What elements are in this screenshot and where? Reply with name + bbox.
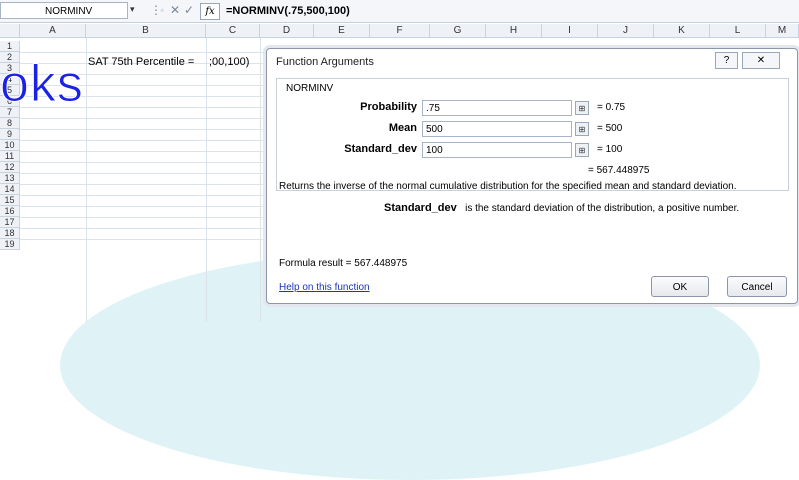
cancel-button[interactable]: Cancel	[727, 276, 787, 297]
select-all-corner[interactable]	[0, 24, 20, 38]
help-icon[interactable]: ?	[715, 52, 738, 69]
collapse-dialog-icon[interactable]: ⊞	[575, 143, 589, 157]
grid-line	[260, 38, 261, 322]
standard-dev-result: = 100	[597, 144, 623, 155]
column-header-d[interactable]: D	[260, 24, 314, 38]
argument-help-name: Standard_dev	[384, 202, 457, 214]
help-on-function-link[interactable]: Help on this function	[279, 282, 370, 293]
row-header-16[interactable]: 16	[0, 206, 20, 217]
row-header-11[interactable]: 11	[0, 151, 20, 162]
row-header-12[interactable]: 12	[0, 162, 20, 173]
collapse-dialog-icon[interactable]: ⊞	[575, 101, 589, 115]
row-header-15[interactable]: 15	[0, 195, 20, 206]
arguments-group: NORMINV Probability .75 ⊞ = 0.75 Mean 50…	[276, 78, 789, 191]
name-box-dropdown-icon[interactable]: ▾	[130, 4, 135, 15]
formula-result: Formula result = 567.448975	[279, 258, 408, 269]
argument-help-text: is the standard deviation of the distrib…	[465, 203, 740, 214]
probability-input[interactable]: .75	[422, 100, 572, 116]
column-header-c[interactable]: C	[206, 24, 260, 38]
row-header-14[interactable]: 14	[0, 184, 20, 195]
close-icon[interactable]: ✕	[742, 52, 780, 69]
cell-b2[interactable]: SAT 75th Percentile =	[88, 56, 194, 68]
cancel-entry-icon[interactable]: ✕	[170, 4, 180, 17]
mean-label: Mean	[388, 122, 417, 134]
probability-result: = 0.75	[597, 102, 626, 113]
formula-input[interactable]: =NORMINV(.75,500,100)	[226, 0, 350, 22]
row-header-18[interactable]: 18	[0, 228, 20, 239]
column-header-b[interactable]: B	[86, 24, 206, 38]
column-header-k[interactable]: K	[654, 24, 710, 38]
row-header-17[interactable]: 17	[0, 217, 20, 228]
column-header-j[interactable]: J	[598, 24, 654, 38]
function-result: = 567.448975	[588, 165, 650, 176]
row-header-19[interactable]: 19	[0, 239, 20, 250]
argument-help: Standard_dev is the standard deviation o…	[384, 202, 739, 214]
insert-function-icon[interactable]: fx	[200, 3, 220, 20]
column-header-l[interactable]: L	[710, 24, 766, 38]
row-header-10[interactable]: 10	[0, 140, 20, 151]
row-header-9[interactable]: 9	[0, 129, 20, 140]
column-header-i[interactable]: I	[542, 24, 598, 38]
function-arguments-dialog: Function Arguments ? ✕ NORMINV Probabili…	[266, 48, 798, 304]
column-header-m[interactable]: M	[766, 24, 799, 38]
row-header-8[interactable]: 8	[0, 118, 20, 129]
probability-label: Probability	[360, 101, 417, 113]
cell-c2[interactable]: ;00,100)	[209, 56, 249, 68]
ok-button[interactable]: OK	[651, 276, 709, 297]
column-header-f[interactable]: F	[370, 24, 430, 38]
standard-dev-input[interactable]: 100	[422, 142, 572, 158]
collapse-dialog-icon[interactable]: ⊞	[575, 122, 589, 136]
column-header-e[interactable]: E	[314, 24, 370, 38]
mean-input[interactable]: 500	[422, 121, 572, 137]
column-header-a[interactable]: A	[20, 24, 86, 38]
mean-result: = 500	[597, 123, 623, 134]
standard-dev-label: Standard_dev	[344, 143, 417, 155]
function-name-label: NORMINV	[286, 83, 334, 94]
grid-line	[206, 38, 207, 322]
name-box[interactable]: NORMINV	[0, 2, 128, 19]
grid-line	[86, 38, 87, 322]
scroll-circle-icon: ◦	[160, 3, 165, 17]
enter-entry-icon[interactable]: ✓	[184, 4, 194, 17]
watermark-text: oks	[0, 55, 84, 113]
dialog-title: Function Arguments	[276, 56, 374, 68]
function-description: Returns the inverse of the normal cumula…	[279, 181, 737, 192]
row-header-1[interactable]: 1	[0, 41, 20, 52]
column-header-g[interactable]: G	[430, 24, 486, 38]
row-header-13[interactable]: 13	[0, 173, 20, 184]
formula-bar: NORMINV ▾ ⋮ ◦ ✕ ✓ fx =NORMINV(.75,500,10…	[0, 0, 799, 23]
column-header-h[interactable]: H	[486, 24, 542, 38]
